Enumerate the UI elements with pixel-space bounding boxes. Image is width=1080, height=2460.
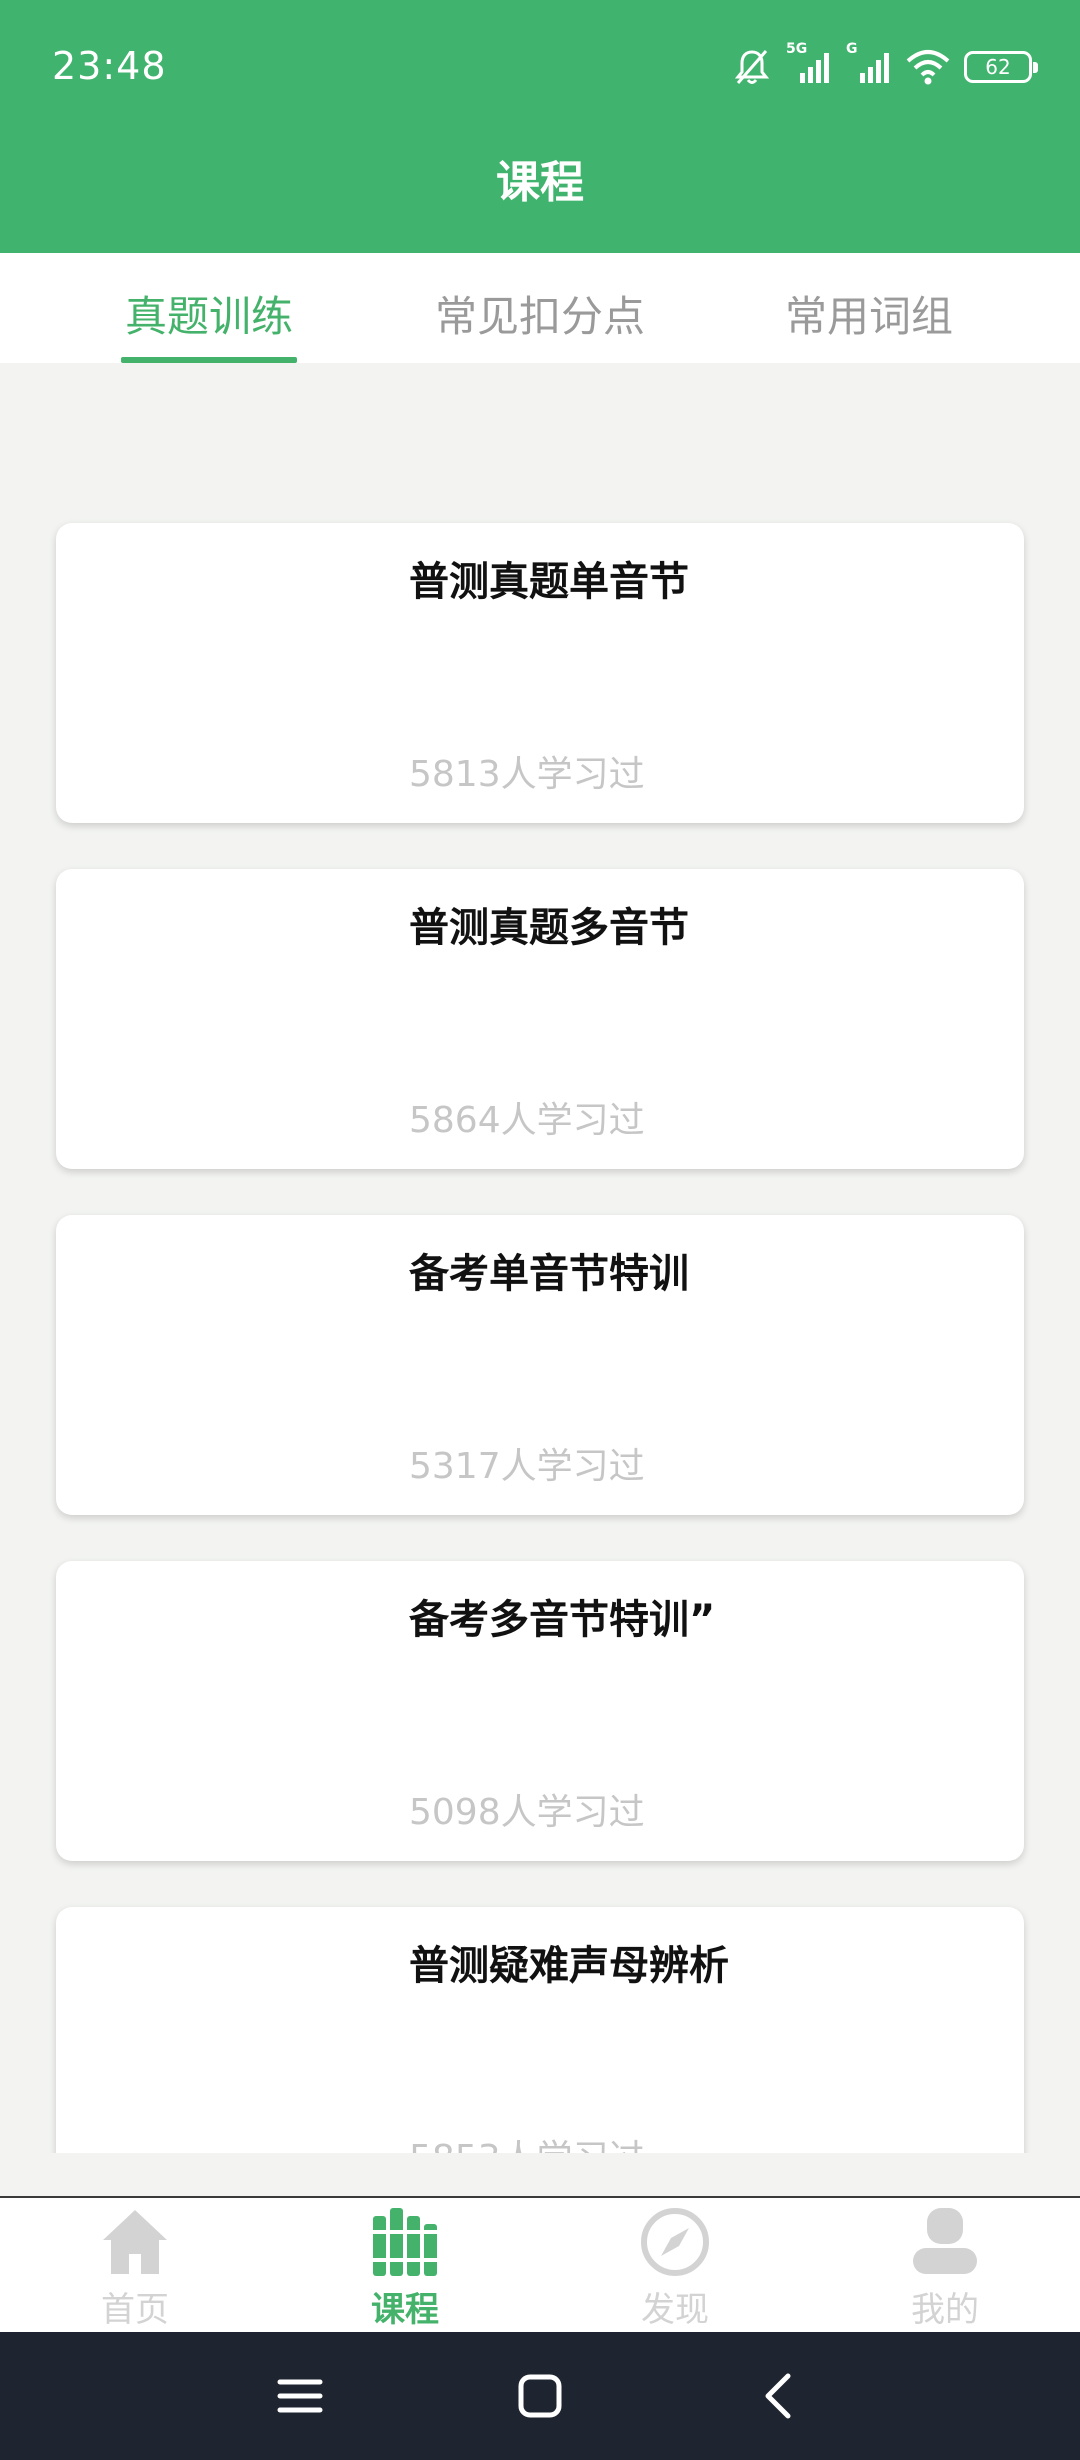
nav-label: 我的: [911, 2290, 979, 2330]
status-time: 23:48: [52, 44, 167, 88]
course-title: 备考多音节特训”: [409, 1597, 716, 1643]
bell-muted-icon: [732, 47, 772, 87]
network-label: 5G: [786, 41, 808, 57]
wifi-icon: [906, 49, 950, 85]
nav-label: 首页: [101, 2290, 169, 2330]
course-card[interactable]: 普测疑难声母辨析 5853人学习过: [56, 1907, 1024, 2153]
nav-label: 发现: [641, 2290, 709, 2330]
course-learner-count: 5864人学习过: [409, 1100, 645, 1141]
course-learner-count: 5813人学习过: [409, 754, 645, 795]
page-title: 课程: [496, 157, 584, 208]
bottom-nav: 首页 课程 发现 我的: [0, 2196, 1080, 2332]
app-header: 23:48 5G G 62 课程: [0, 0, 1080, 253]
back-icon[interactable]: [748, 2364, 812, 2428]
tab-common-deductions[interactable]: 常见扣分点: [430, 283, 650, 344]
tab-exam-practice[interactable]: 真题训练: [121, 283, 297, 344]
nav-label: 课程: [371, 2290, 439, 2330]
course-learner-count: 5317人学习过: [409, 1446, 645, 1487]
course-list[interactable]: 普测真题单音节 5813人学习过 普测真题多音节 5864人学习过 备考单音节特…: [0, 363, 1080, 2153]
course-title: 备考单音节特训: [409, 1251, 689, 1297]
nav-item-home[interactable]: 首页: [35, 2198, 235, 2334]
course-card[interactable]: 备考多音节特训” 5098人学习过: [56, 1561, 1024, 1861]
status-icons: 5G G 62: [732, 41, 1038, 90]
course-card[interactable]: 普测真题多音节 5864人学习过: [56, 869, 1024, 1169]
course-title: 普测真题多音节: [409, 905, 689, 951]
home-square-icon[interactable]: [508, 2364, 572, 2428]
system-nav-bar: [0, 2332, 1080, 2460]
signal-icon: G: [846, 41, 892, 85]
course-title: 普测疑难声母辨析: [409, 1943, 729, 1989]
course-card[interactable]: 普测真题单音节 5813人学习过: [56, 523, 1024, 823]
signal-icon: 5G: [786, 41, 832, 85]
compass-icon: [641, 2208, 709, 2276]
menu-icon[interactable]: [268, 2364, 332, 2428]
course-learner-count: 5098人学习过: [409, 1792, 645, 1833]
course-card[interactable]: 备考单音节特训 5317人学习过: [56, 1215, 1024, 1515]
nav-item-courses[interactable]: 课程: [305, 2198, 505, 2334]
nav-item-profile[interactable]: 我的: [845, 2198, 1045, 2334]
network2-label: G: [846, 41, 858, 57]
home-icon: [103, 2210, 167, 2274]
course-learner-count: 5853人学习过: [409, 2129, 645, 2153]
course-title: 普测真题单音节: [409, 559, 689, 605]
status-bar: 23:48 5G G 62: [0, 0, 1080, 136]
tab-common-phrases[interactable]: 常用词组: [781, 283, 957, 344]
tab-bar: 真题训练 常见扣分点 常用词组: [0, 253, 1080, 363]
battery-icon: 62: [964, 51, 1038, 83]
nav-item-discover[interactable]: 发现: [575, 2198, 775, 2334]
battery-level: 62: [985, 55, 1011, 79]
books-icon: [373, 2208, 437, 2276]
profile-icon: [913, 2208, 977, 2274]
